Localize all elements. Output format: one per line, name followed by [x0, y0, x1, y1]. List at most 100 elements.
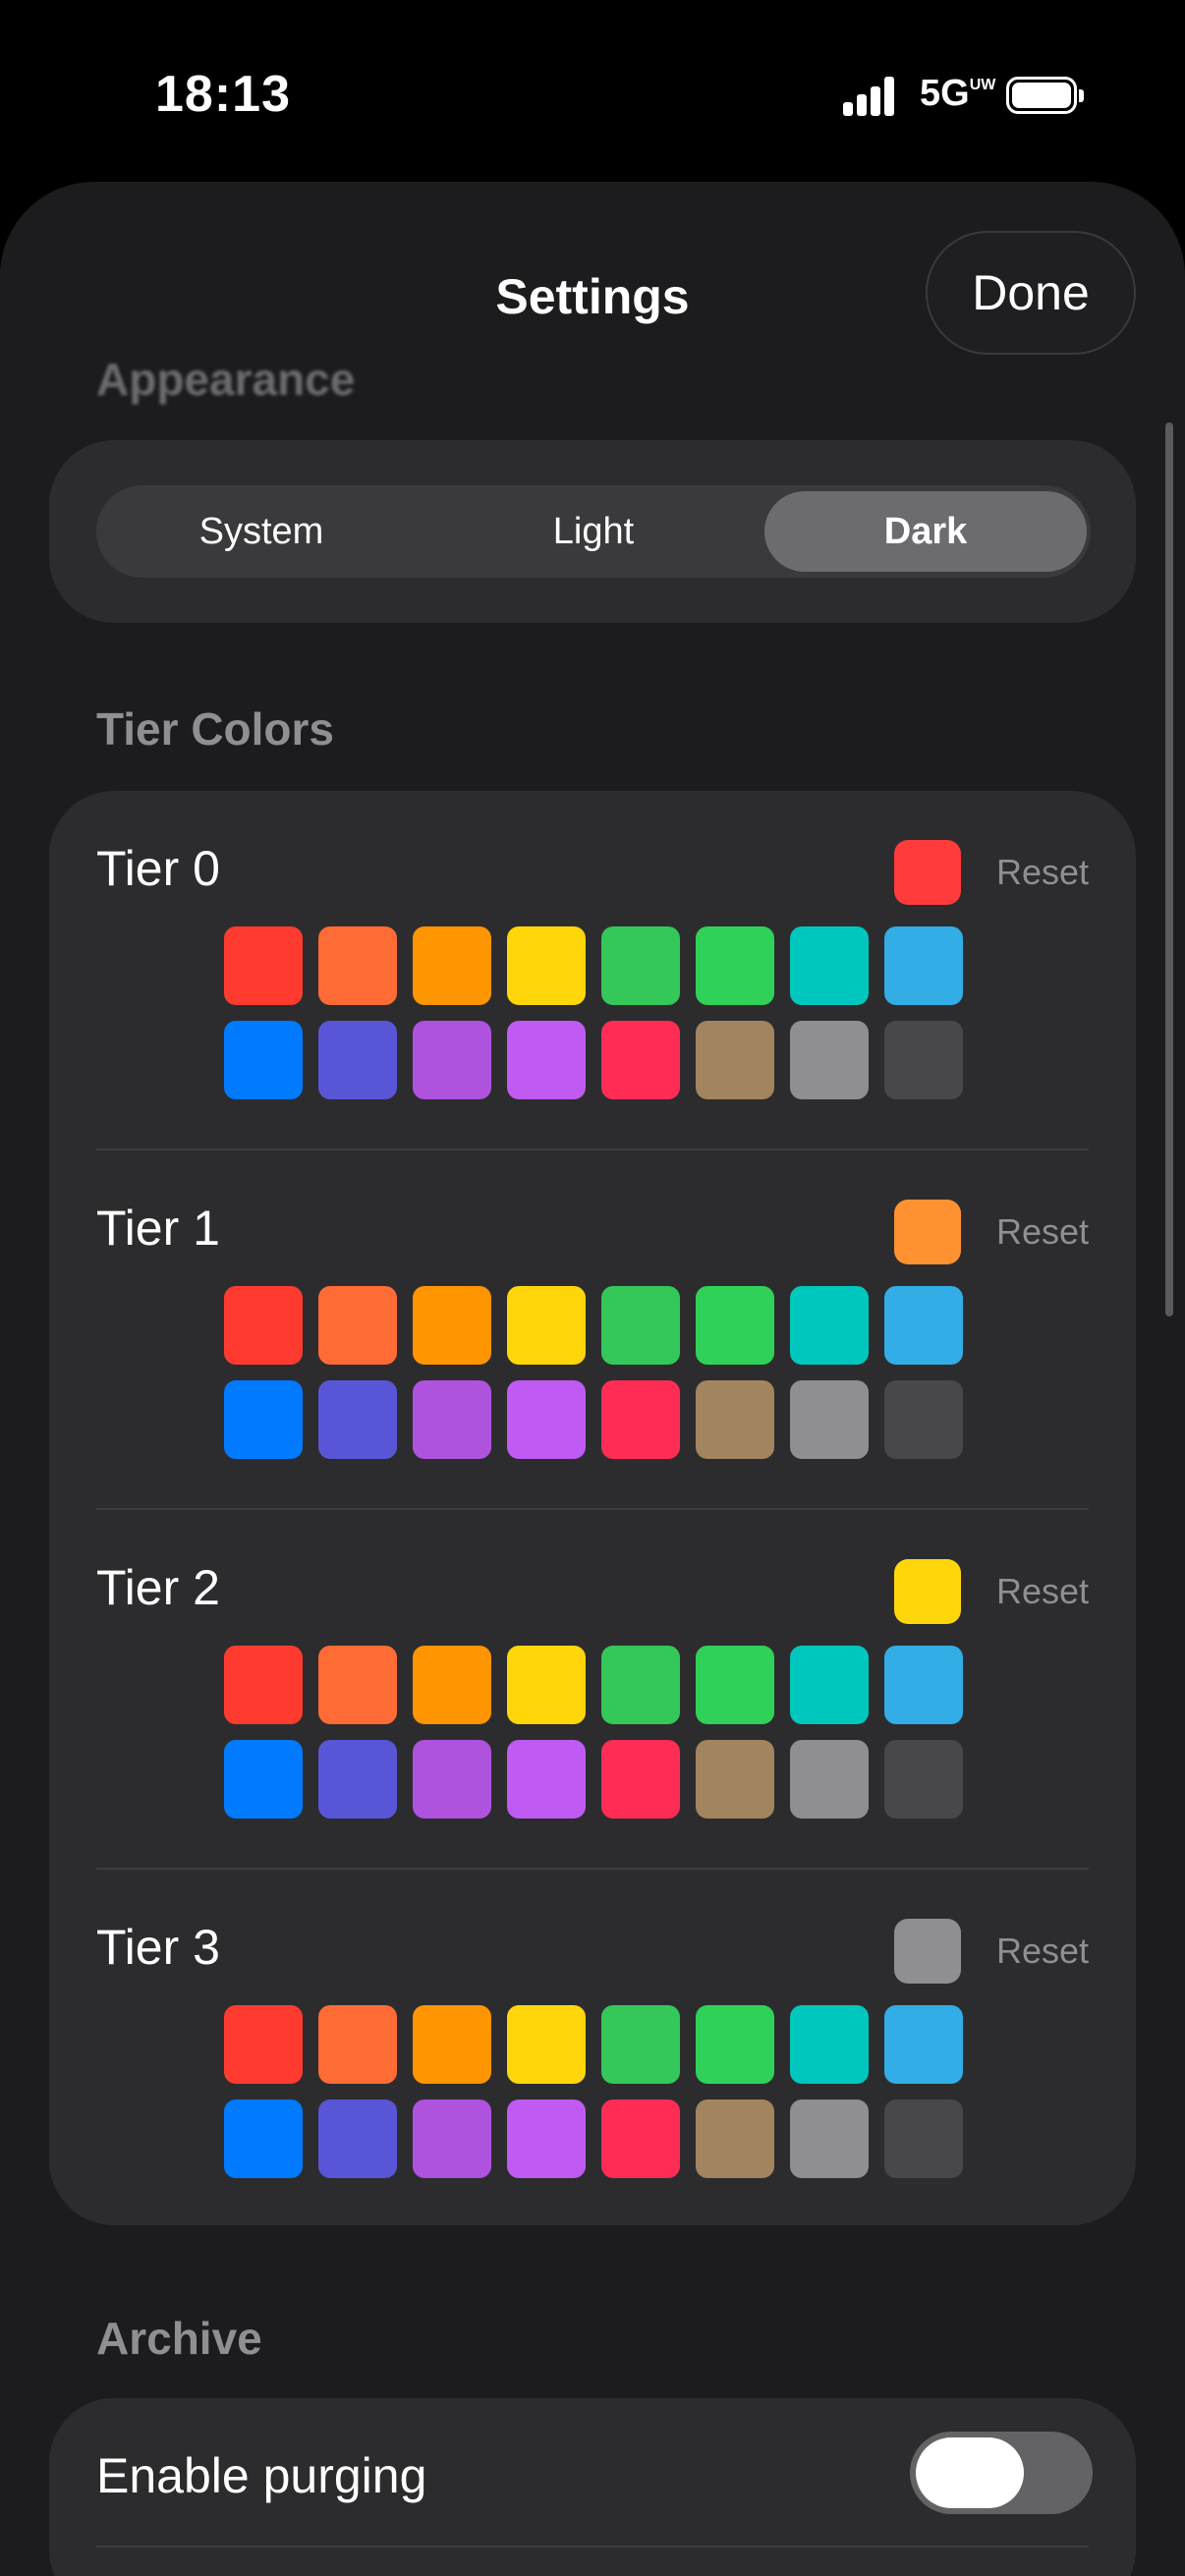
appearance-option-system[interactable]: System [100, 491, 423, 572]
color-swatch[interactable] [790, 1740, 869, 1819]
color-swatch[interactable] [601, 1021, 680, 1099]
tier-current-color [894, 840, 961, 905]
color-swatch[interactable] [696, 1740, 774, 1819]
color-swatch[interactable] [224, 1740, 303, 1819]
tier-current-color [894, 1200, 961, 1264]
appearance-option-light[interactable]: Light [432, 491, 755, 572]
appearance-segmented-control: System Light Dark [96, 485, 1091, 578]
color-swatch[interactable] [318, 1646, 397, 1724]
color-swatch[interactable] [413, 1646, 491, 1724]
color-swatch[interactable] [507, 1380, 586, 1459]
color-swatch[interactable] [507, 1021, 586, 1099]
color-swatch[interactable] [224, 1021, 303, 1099]
scrollbar[interactable] [1165, 422, 1173, 1316]
done-button[interactable]: Done [926, 231, 1136, 355]
appearance-option-dark[interactable]: Dark [764, 491, 1087, 572]
tier-row: Tier 3 Reset [49, 1870, 1136, 2229]
color-swatch[interactable] [884, 1021, 963, 1099]
tier-reset-button[interactable]: Reset [996, 1211, 1089, 1253]
color-swatch[interactable] [507, 1646, 586, 1724]
tier-reset-button[interactable]: Reset [996, 852, 1089, 893]
color-swatch[interactable] [884, 1380, 963, 1459]
tier-colors-group: Tier 0 Reset Tier 1 Reset Tier 2 Reset Tier 3 R… [49, 791, 1136, 2225]
color-swatch[interactable] [601, 926, 680, 1005]
color-swatch[interactable] [696, 1380, 774, 1459]
network-subtype: UW [969, 77, 996, 93]
battery-icon [1006, 77, 1084, 114]
color-swatch[interactable] [696, 2005, 774, 2084]
color-swatch[interactable] [884, 1286, 963, 1365]
status-bar: 18:13 5GUW [0, 0, 1185, 182]
color-swatch[interactable] [790, 1380, 869, 1459]
color-swatch[interactable] [601, 1286, 680, 1365]
color-swatch[interactable] [884, 2100, 963, 2178]
color-swatch[interactable] [790, 2005, 869, 2084]
color-swatch[interactable] [318, 1286, 397, 1365]
color-swatch[interactable] [696, 2100, 774, 2178]
color-swatch[interactable] [318, 1740, 397, 1819]
cellular-signal-icon [843, 77, 896, 116]
color-swatch[interactable] [318, 2005, 397, 2084]
enable-purging-toggle[interactable] [910, 2432, 1093, 2514]
color-swatch[interactable] [413, 926, 491, 1005]
tier-reset-button[interactable]: Reset [996, 1931, 1089, 1972]
color-swatch[interactable] [413, 1286, 491, 1365]
color-swatch[interactable] [790, 1021, 869, 1099]
color-swatch[interactable] [224, 1286, 303, 1365]
color-swatch[interactable] [413, 2100, 491, 2178]
color-swatch[interactable] [507, 2005, 586, 2084]
network-type: 5G [920, 73, 970, 114]
color-swatch[interactable] [413, 1740, 491, 1819]
color-swatch[interactable] [790, 2100, 869, 2178]
tier-label: Tier 2 [96, 1560, 220, 1615]
color-swatch[interactable] [696, 1021, 774, 1099]
color-swatch[interactable] [318, 2100, 397, 2178]
toggle-knob [916, 2437, 1024, 2508]
color-swatch[interactable] [318, 1380, 397, 1459]
color-swatch[interactable] [224, 926, 303, 1005]
tier-label: Tier 3 [96, 1920, 220, 1975]
appearance-group: System Light Dark [49, 440, 1136, 623]
tier-row: Tier 1 Reset [49, 1150, 1136, 1510]
color-swatch[interactable] [224, 1646, 303, 1724]
color-swatch[interactable] [696, 1286, 774, 1365]
color-swatch[interactable] [507, 2100, 586, 2178]
color-swatch[interactable] [601, 1646, 680, 1724]
color-swatch[interactable] [413, 1380, 491, 1459]
archive-group: Enable purging [49, 2398, 1136, 2576]
color-swatch[interactable] [884, 1740, 963, 1819]
tier-label: Tier 0 [96, 841, 220, 896]
color-swatch[interactable] [790, 1646, 869, 1724]
color-swatch[interactable] [507, 1740, 586, 1819]
color-swatch[interactable] [790, 1286, 869, 1365]
color-swatch[interactable] [318, 1021, 397, 1099]
color-swatch[interactable] [601, 2100, 680, 2178]
color-swatch[interactable] [507, 926, 586, 1005]
enable-purging-label: Enable purging [96, 2448, 427, 2503]
color-swatch[interactable] [601, 2005, 680, 2084]
color-swatch[interactable] [224, 1380, 303, 1459]
tier-current-color [894, 1919, 961, 1984]
settings-sheet: Settings Done Appearance System Light Da… [0, 182, 1185, 2576]
network-indicator: 5GUW [920, 73, 995, 115]
color-swatch[interactable] [413, 2005, 491, 2084]
status-time: 18:13 [155, 66, 291, 123]
color-swatch[interactable] [601, 1380, 680, 1459]
tier-row: Tier 0 Reset [49, 791, 1136, 1150]
color-swatch[interactable] [696, 926, 774, 1005]
tier-colors-section-header: Tier Colors [96, 703, 334, 755]
color-swatch[interactable] [884, 2005, 963, 2084]
tier-label: Tier 1 [96, 1201, 220, 1256]
color-swatch[interactable] [696, 1646, 774, 1724]
color-swatch[interactable] [601, 1740, 680, 1819]
color-swatch[interactable] [790, 926, 869, 1005]
color-swatch[interactable] [507, 1286, 586, 1365]
color-swatch[interactable] [224, 2100, 303, 2178]
color-swatch[interactable] [884, 1646, 963, 1724]
tier-row: Tier 2 Reset [49, 1510, 1136, 1870]
color-swatch[interactable] [884, 926, 963, 1005]
tier-reset-button[interactable]: Reset [996, 1571, 1089, 1612]
color-swatch[interactable] [318, 926, 397, 1005]
color-swatch[interactable] [224, 2005, 303, 2084]
color-swatch[interactable] [413, 1021, 491, 1099]
